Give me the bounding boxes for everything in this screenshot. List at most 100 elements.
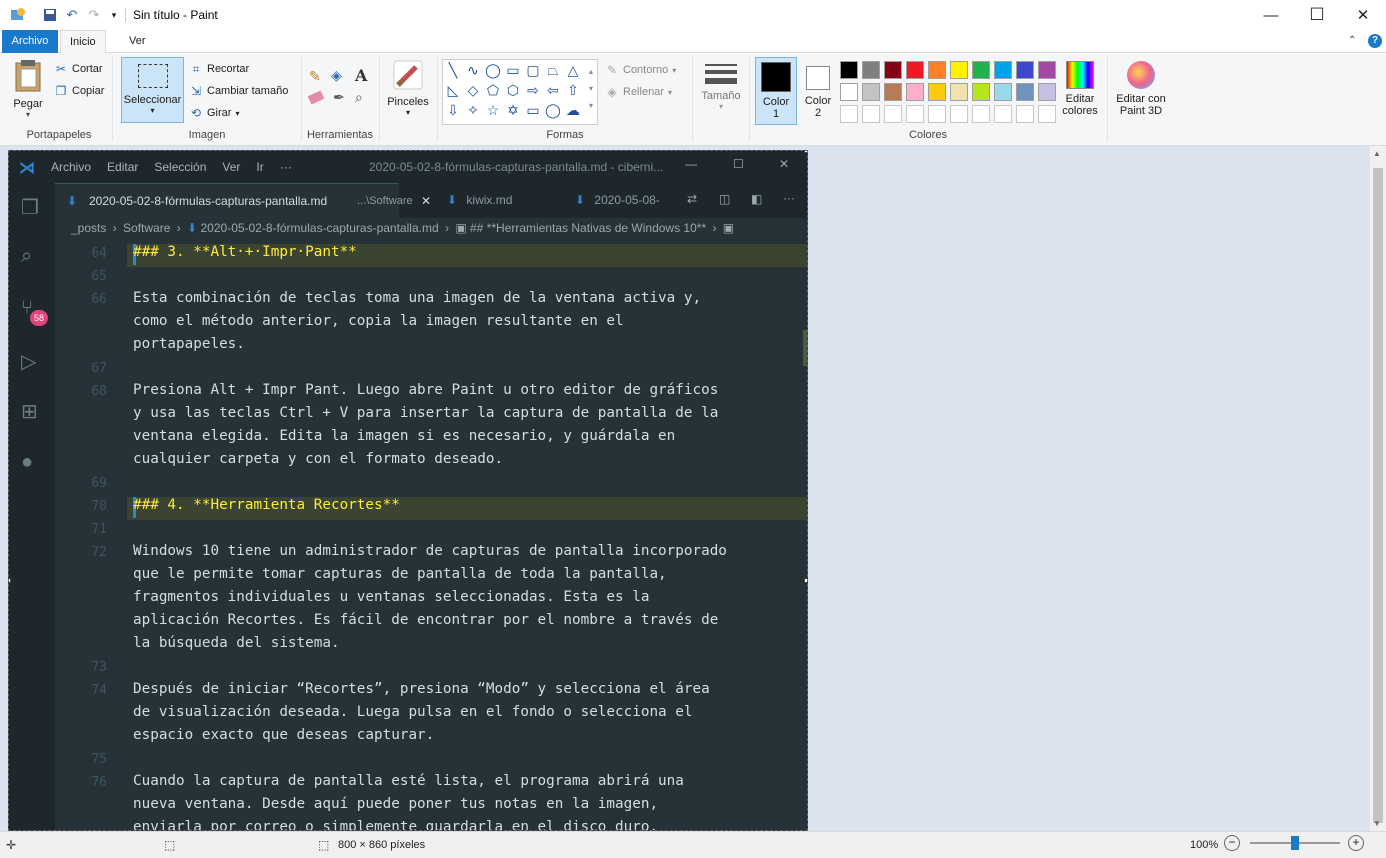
palette-swatch[interactable] bbox=[950, 105, 968, 123]
palette-swatch[interactable] bbox=[1016, 83, 1034, 101]
zoom-in-button[interactable]: + bbox=[1348, 835, 1364, 851]
select-button[interactable]: Seleccionar ▾ bbox=[121, 57, 184, 123]
up-arrow-shape-icon[interactable]: ⇧ bbox=[564, 81, 582, 99]
pencil-icon[interactable]: ✎ bbox=[309, 68, 321, 85]
palette-swatch[interactable] bbox=[862, 61, 880, 79]
oval-shape-icon[interactable]: ◯ bbox=[484, 61, 502, 79]
undo-icon[interactable]: ↶ bbox=[64, 7, 80, 23]
palette-swatch[interactable] bbox=[906, 105, 924, 123]
tab-ver[interactable]: Ver bbox=[120, 30, 155, 53]
tab-archivo[interactable]: Archivo bbox=[2, 30, 58, 53]
palette-swatch[interactable] bbox=[1016, 61, 1034, 79]
code-line: portapapeles. bbox=[133, 336, 245, 352]
color1-button[interactable]: Color 1 bbox=[755, 57, 797, 125]
palette-swatch[interactable] bbox=[1038, 61, 1056, 79]
palette-swatch[interactable] bbox=[950, 61, 968, 79]
brushes-button[interactable]: Pinceles ▾ bbox=[386, 59, 430, 125]
close-button[interactable]: ✕ bbox=[1340, 0, 1386, 30]
zoom-out-button[interactable]: − bbox=[1224, 835, 1240, 851]
fill-button[interactable]: ◈ Rellenar ▾ bbox=[605, 85, 672, 99]
palette-swatch[interactable] bbox=[840, 61, 858, 79]
palette-swatch[interactable] bbox=[862, 105, 880, 123]
pentagon-shape-icon[interactable]: ⬠ bbox=[484, 81, 502, 99]
triangle-shape-icon[interactable]: △ bbox=[564, 61, 582, 79]
help-icon[interactable]: ? bbox=[1368, 34, 1382, 48]
outline-button[interactable]: ✎ Contorno ▾ bbox=[605, 63, 676, 77]
resize-button[interactable]: ⇲ Cambiar tamaño bbox=[189, 84, 288, 98]
scroll-up-icon[interactable]: ▲ bbox=[1373, 149, 1381, 158]
selection-handle[interactable] bbox=[9, 578, 11, 583]
rectangle-shape-icon[interactable]: ▭ bbox=[504, 61, 522, 79]
right-arrow-shape-icon[interactable]: ⇨ bbox=[524, 81, 542, 99]
size-button[interactable]: Tamaño ▾ bbox=[700, 61, 742, 127]
five-point-star-shape-icon[interactable]: ☆ bbox=[484, 101, 502, 119]
selection-handle[interactable] bbox=[804, 151, 807, 153]
down-arrow-shape-icon[interactable]: ⇩ bbox=[444, 101, 462, 119]
palette-swatch[interactable] bbox=[884, 83, 902, 101]
palette-swatch[interactable] bbox=[1038, 83, 1056, 101]
palette-swatch[interactable] bbox=[994, 105, 1012, 123]
palette-swatch[interactable] bbox=[906, 61, 924, 79]
palette-swatch[interactable] bbox=[884, 61, 902, 79]
palette-swatch[interactable] bbox=[972, 105, 990, 123]
edit-colors-button[interactable]: Editar colores bbox=[1060, 57, 1100, 127]
palette-swatch[interactable] bbox=[1038, 105, 1056, 123]
minimize-button[interactable]: — bbox=[1248, 0, 1294, 30]
redo-icon[interactable]: ↷ bbox=[86, 7, 102, 23]
crop-button[interactable]: ⌗ Recortar bbox=[189, 62, 250, 76]
tab-inicio[interactable]: Inicio bbox=[60, 30, 106, 54]
zoom-slider-thumb[interactable] bbox=[1291, 836, 1299, 850]
palette-swatch[interactable] bbox=[994, 83, 1012, 101]
palette-swatch[interactable] bbox=[906, 83, 924, 101]
canvas-image[interactable]: ⋊ Archivo Editar Selección Ver Ir ··· 2020-05… bbox=[8, 150, 808, 831]
save-icon[interactable] bbox=[42, 7, 58, 23]
palette-swatch[interactable] bbox=[928, 105, 946, 123]
palette-swatch[interactable] bbox=[840, 83, 858, 101]
palette-swatch[interactable] bbox=[928, 61, 946, 79]
palette-swatch[interactable] bbox=[972, 61, 990, 79]
polygon-shape-icon[interactable]: ⏢ bbox=[544, 61, 562, 79]
scroll-down-icon[interactable]: ▼ bbox=[1373, 819, 1381, 828]
eraser-icon[interactable] bbox=[307, 90, 325, 105]
palette-swatch[interactable] bbox=[884, 105, 902, 123]
quick-access-dropdown-icon[interactable]: ▾ bbox=[106, 7, 122, 23]
text-tool-icon[interactable]: A bbox=[355, 66, 367, 85]
copy-button[interactable]: ❐ Copiar bbox=[54, 84, 105, 98]
palette-swatch[interactable] bbox=[950, 83, 968, 101]
cloud-callout-shape-icon[interactable]: ☁ bbox=[564, 101, 582, 119]
rotate-button[interactable]: ⟲ Girar ▾ bbox=[189, 106, 240, 120]
curve-shape-icon[interactable]: ∿ bbox=[464, 61, 482, 79]
collapse-ribbon-icon[interactable]: ⌃ bbox=[1348, 35, 1356, 46]
palette-swatch[interactable] bbox=[1016, 105, 1034, 123]
scroll-thumb[interactable] bbox=[1373, 168, 1383, 823]
palette-swatch[interactable] bbox=[972, 83, 990, 101]
paint3d-button[interactable]: Editar con Paint 3D bbox=[1112, 57, 1170, 127]
fill-bucket-icon[interactable]: ◈ bbox=[331, 67, 342, 84]
palette-swatch[interactable] bbox=[994, 61, 1012, 79]
diamond-shape-icon[interactable]: ◇ bbox=[464, 81, 482, 99]
hexagon-shape-icon[interactable]: ⬡ bbox=[504, 81, 522, 99]
four-point-star-shape-icon[interactable]: ✧ bbox=[464, 101, 482, 119]
cut-button[interactable]: ✂ Cortar bbox=[54, 62, 103, 76]
paste-button[interactable]: Pegar ▾ bbox=[10, 59, 46, 119]
line-number: 73 bbox=[91, 660, 107, 675]
shapes-scroll-icon[interactable]: ▴ ▾ ▾ bbox=[589, 63, 593, 114]
six-point-star-shape-icon[interactable]: ✡ bbox=[504, 101, 522, 119]
maximize-button[interactable]: ☐ bbox=[1294, 0, 1340, 30]
rect-callout-shape-icon[interactable]: ▭ bbox=[524, 101, 542, 119]
explorer-icon: ❐ bbox=[21, 197, 39, 219]
vertical-scrollbar[interactable]: ▲ ▼ bbox=[1370, 146, 1386, 831]
selection-handle[interactable] bbox=[804, 578, 807, 583]
right-triangle-shape-icon[interactable]: ◺ bbox=[444, 81, 462, 99]
palette-swatch[interactable] bbox=[840, 105, 858, 123]
color2-button[interactable]: Color 2 bbox=[800, 57, 836, 125]
left-arrow-shape-icon[interactable]: ⇦ bbox=[544, 81, 562, 99]
palette-swatch[interactable] bbox=[862, 83, 880, 101]
rounded-rectangle-shape-icon[interactable]: ▢ bbox=[524, 61, 542, 79]
size-dropdown-icon: ▾ bbox=[718, 102, 723, 111]
palette-swatch[interactable] bbox=[928, 83, 946, 101]
line-shape-icon[interactable]: ╲ bbox=[444, 61, 462, 79]
color-picker-icon[interactable]: ✒ bbox=[333, 89, 345, 106]
oval-callout-shape-icon[interactable]: ◯ bbox=[544, 101, 562, 119]
magnifier-icon[interactable]: ⌕ bbox=[355, 89, 363, 106]
